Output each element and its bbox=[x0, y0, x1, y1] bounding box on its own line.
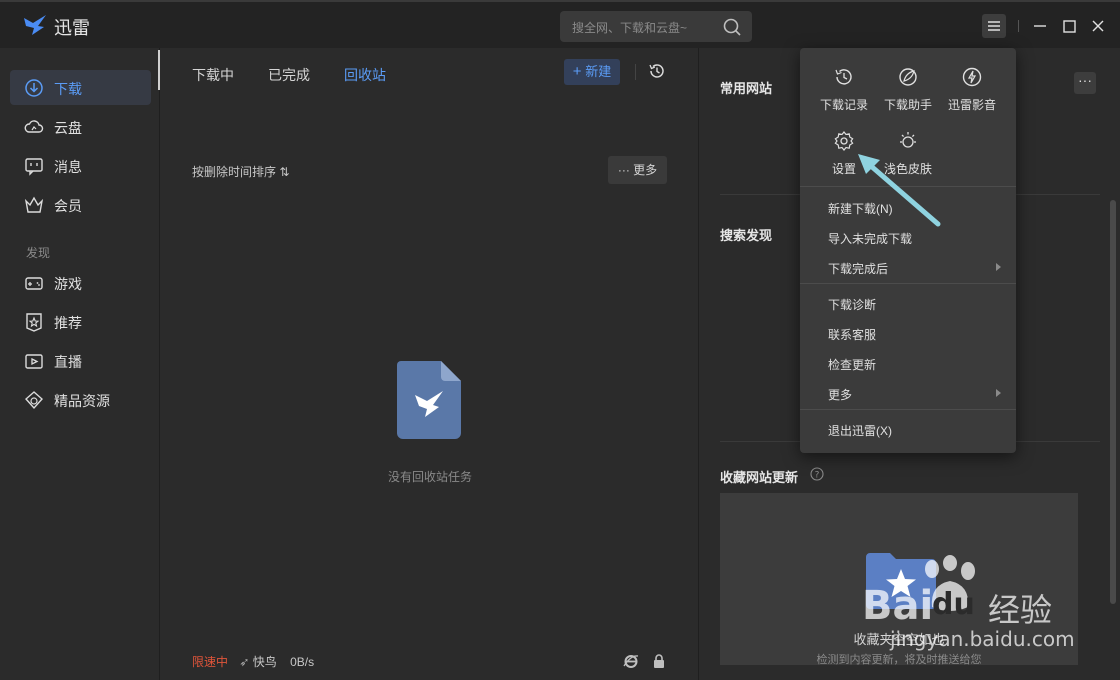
empty-state-text: 没有回收站任务 bbox=[387, 470, 472, 484]
tab-completed[interactable]: 已完成 bbox=[268, 65, 310, 85]
empty-recycle-file-icon bbox=[397, 361, 461, 439]
sidebar-item-message[interactable]: 消息 bbox=[10, 148, 151, 183]
crown-icon bbox=[24, 196, 44, 213]
watermark-text-du: du bbox=[932, 587, 975, 622]
sidebar-item-label: 消息 bbox=[54, 159, 82, 175]
gamepad-icon bbox=[25, 277, 43, 290]
fav-updates-title: 收藏网站更新 bbox=[720, 470, 799, 485]
menu-xunlei-player[interactable]: 迅雷影音 bbox=[942, 60, 1002, 116]
sidebar-item-vip[interactable]: 会员 bbox=[10, 187, 151, 222]
watermark-text-bai: Bai bbox=[862, 583, 934, 629]
tab-recycle-bin[interactable]: 回收站 bbox=[344, 65, 386, 85]
common-sites-more-button[interactable]: ··· bbox=[1074, 72, 1096, 94]
sidebar-item-games[interactable]: 游戏 bbox=[10, 265, 151, 300]
sidebar-item-label: 直播 bbox=[54, 354, 82, 370]
live-icon bbox=[25, 354, 43, 369]
new-task-label: 新建 bbox=[585, 64, 612, 79]
message-icon bbox=[25, 158, 43, 176]
right-scrollbar[interactable] bbox=[1110, 200, 1116, 604]
sidebar-item-premium[interactable]: 精品资源 bbox=[10, 382, 151, 417]
toolbar-separator bbox=[635, 64, 636, 80]
search-discover-title: 搜索发现 bbox=[720, 228, 773, 243]
fast-bird-label[interactable]: ➶ 快鸟 bbox=[239, 655, 280, 669]
minimize-icon[interactable] bbox=[1028, 14, 1052, 38]
submenu-arrow-icon bbox=[996, 263, 1001, 271]
history-icon bbox=[835, 69, 852, 85]
title-bar: 迅雷 搜全网、下载和云盘~ bbox=[0, 0, 1120, 48]
menu-grid-label: 下载助手 bbox=[883, 98, 932, 112]
sidebar-item-live[interactable]: 直播 bbox=[10, 343, 151, 378]
thunder-logo-icon bbox=[24, 15, 46, 35]
sidebar-item-label: 推荐 bbox=[54, 315, 82, 331]
star-badge-icon bbox=[26, 313, 42, 332]
sidebar-scroll-indicator bbox=[158, 50, 160, 90]
search-box[interactable]: 搜全网、下载和云盘~ bbox=[560, 11, 752, 42]
sidebar-item-label: 游戏 bbox=[54, 276, 82, 292]
more-button[interactable]: ··· 更多 bbox=[608, 156, 667, 184]
sidebar-item-label: 精品资源 bbox=[54, 393, 110, 409]
gem-icon bbox=[25, 391, 43, 410]
submenu-arrow-icon bbox=[996, 389, 1001, 397]
menu-item-exit[interactable]: 退出迅雷(X) bbox=[828, 422, 892, 439]
player-icon bbox=[962, 67, 982, 87]
search-placeholder: 搜全网、下载和云盘~ bbox=[572, 21, 688, 35]
svg-text:?: ? bbox=[815, 470, 820, 480]
history-icon[interactable] bbox=[647, 61, 667, 81]
speed-limit-status[interactable]: 限速中 bbox=[192, 655, 228, 669]
help-icon[interactable]: ? bbox=[810, 467, 824, 481]
sidebar-item-label: 下载 bbox=[54, 81, 82, 97]
menu-separator bbox=[800, 283, 1016, 284]
tab-downloading[interactable]: 下载中 bbox=[192, 65, 234, 85]
sidebar-item-download[interactable]: 下载 bbox=[10, 70, 151, 105]
download-panel: 下载中 已完成 回收站 + 新建 按删除时间排序 ⇅ ··· 更多 没有回收站任… bbox=[161, 48, 699, 680]
sidebar-item-label: 会员 bbox=[54, 198, 82, 214]
menu-separator bbox=[800, 409, 1016, 410]
lock-icon[interactable] bbox=[651, 653, 667, 669]
menu-item-contact-support[interactable]: 联系客服 bbox=[828, 326, 876, 343]
sidebar-item-recommend[interactable]: 推荐 bbox=[10, 304, 151, 339]
watermark-url: jingyan.baidu.com bbox=[890, 627, 1075, 651]
sidebar-item-label: 云盘 bbox=[54, 120, 82, 136]
plus-icon: + bbox=[572, 63, 582, 80]
main-dropdown-menu: 下载记录 下载助手 迅雷影音 设置 浅色皮肤 新建下载(N) 导入未完成下载 下… bbox=[800, 48, 1016, 453]
menu-grid-label: 迅雷影音 bbox=[947, 98, 996, 112]
menu-download-helper[interactable]: 下载助手 bbox=[878, 60, 938, 116]
light-skin-icon bbox=[900, 132, 916, 148]
common-sites-title: 常用网站 bbox=[720, 81, 773, 96]
menu-item-check-update[interactable]: 检查更新 bbox=[828, 356, 876, 373]
sort-by-delete-time[interactable]: 按删除时间排序 ⇅ bbox=[192, 163, 289, 180]
window-controls-separator bbox=[1018, 20, 1019, 32]
section-label-discover: 发现 bbox=[26, 246, 51, 260]
menu-item-more[interactable]: 更多 bbox=[828, 386, 852, 403]
menu-grid-label: 下载记录 bbox=[819, 98, 868, 112]
bird-icon: ➶ bbox=[239, 655, 250, 669]
app-title: 迅雷 bbox=[54, 18, 90, 38]
download-helper-icon bbox=[899, 68, 917, 86]
menu-item-after-complete[interactable]: 下载完成后 bbox=[828, 260, 888, 277]
main-menu-icon[interactable] bbox=[982, 14, 1006, 38]
menu-item-diagnose[interactable]: 下载诊断 bbox=[828, 296, 876, 313]
status-bar: 限速中 ➶ 快鸟 0B/s bbox=[192, 653, 314, 670]
watermark-text-jingyan: 经验 bbox=[988, 591, 1053, 629]
sidebar-item-cloud[interactable]: 云盘 bbox=[10, 109, 151, 144]
close-icon[interactable] bbox=[1086, 14, 1110, 38]
browser-ie-icon[interactable] bbox=[623, 653, 639, 669]
menu-item-import-unfinished[interactable]: 导入未完成下载 bbox=[828, 230, 912, 247]
download-speed: 0B/s bbox=[290, 655, 315, 669]
download-icon bbox=[25, 79, 43, 97]
cloud-icon bbox=[24, 120, 44, 133]
maximize-icon[interactable] bbox=[1057, 14, 1081, 38]
fast-bird-text: 快鸟 bbox=[252, 655, 277, 669]
search-icon[interactable] bbox=[722, 17, 742, 37]
baidu-jingyan-watermark: Bai du 经验 jingyan.baidu.com bbox=[860, 555, 1120, 680]
menu-download-history[interactable]: 下载记录 bbox=[814, 60, 874, 116]
sidebar: 下载 云盘 消息 会员 发现 游戏 推荐 直播 精品资源 bbox=[0, 48, 160, 680]
annotation-arrow-icon bbox=[858, 154, 941, 227]
settings-gear-icon bbox=[834, 131, 854, 151]
new-task-button[interactable]: + 新建 bbox=[564, 59, 620, 85]
